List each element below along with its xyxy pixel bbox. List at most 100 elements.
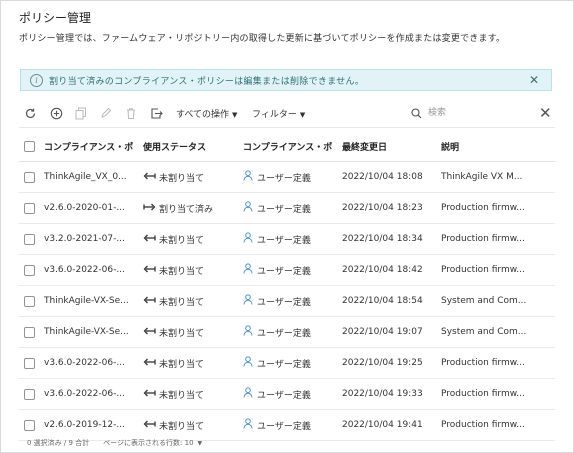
row-checkbox[interactable]: [24, 264, 35, 276]
all-actions-label: すべての操作: [176, 110, 230, 120]
policy-name-cell[interactable]: ThinkAgile-VX-Se...: [44, 285, 143, 317]
alert-close-icon[interactable]: ✕: [529, 73, 539, 87]
source-label: ユーザー定義: [257, 266, 311, 277]
usage-status-label: 未割り当て: [159, 297, 205, 308]
source-label: ユーザー定義: [257, 328, 311, 339]
table-row[interactable]: v3.6.0-2022-06-... 未割り当て ユーザー定義 2022/10/04 …: [19, 378, 555, 410]
source-label: ユーザー定義: [257, 297, 311, 308]
description-cell: Production firmw...: [441, 254, 555, 286]
table-row[interactable]: v3.6.0-2022-06-... 未割り当て ユーザー定義 2022/10/04 …: [19, 347, 555, 379]
column-header-description[interactable]: 説明: [441, 131, 555, 162]
search-icon: [411, 104, 422, 123]
delete-icon[interactable]: [124, 106, 138, 120]
table-row[interactable]: ThinkAgile_VX_0... 未割り当て ユーザー定義 2022/10/04 …: [19, 161, 555, 193]
unassigned-icon: [143, 296, 159, 307]
alert-message: 割り当て済みのコンプライアンス・ポリシーは編集または削除できません。: [49, 76, 365, 87]
select-all-checkbox[interactable]: [24, 140, 35, 152]
policy-name-cell[interactable]: v3.6.0-2022-06-...: [44, 254, 143, 286]
row-checkbox[interactable]: [24, 233, 35, 245]
row-checkbox[interactable]: [24, 326, 35, 338]
unassigned-icon: [143, 234, 159, 245]
row-checkbox[interactable]: [24, 171, 35, 183]
usage-status-label: 未割り当て: [159, 266, 205, 277]
policy-name-cell[interactable]: v3.6.0-2022-06-...: [44, 347, 143, 379]
row-checkbox[interactable]: [24, 295, 35, 307]
description-cell: Production firmw...: [441, 409, 555, 441]
usage-status-label: 未割り当て: [159, 421, 205, 432]
modified-date-cell: 2022/10/04 19:25: [342, 347, 441, 379]
source-cell: ユーザー定義: [243, 254, 342, 286]
table-row[interactable]: v3.2.0-2021-07-... 未割り当て ユーザー定義 2022/10/04 …: [19, 223, 555, 255]
info-alert: i 割り当て済みのコンプライアンス・ポリシーは編集または削除できません。 ✕: [20, 69, 552, 91]
refresh-icon[interactable]: [23, 106, 37, 120]
policy-name-cell[interactable]: v2.6.0-2020-01-...: [44, 192, 143, 224]
policy-table: コンプライアンス・ポ 使用ステータス コンプライアンス・ポ 最終変更日 説明 T…: [19, 131, 555, 441]
modified-date-cell: 2022/10/04 18:42: [342, 254, 441, 286]
unassigned-icon: [143, 420, 159, 431]
search-clear-icon[interactable]: ✕: [539, 104, 552, 122]
filter-menu[interactable]: フィルター ▼: [252, 107, 305, 120]
source-cell: ユーザー定義: [243, 316, 342, 348]
description-cell: Production firmw...: [441, 347, 555, 379]
modified-date-cell: 2022/10/04 18:34: [342, 223, 441, 255]
export-icon[interactable]: [149, 106, 163, 120]
usage-status-cell: 未割り当て: [143, 223, 243, 255]
usage-status-cell: 割り当て済み: [143, 192, 243, 224]
rows-per-page-select[interactable]: ページに表示される行数: 10 ▼: [103, 438, 202, 448]
usage-status-cell: 未割り当て: [143, 316, 243, 348]
source-cell: ユーザー定義: [243, 347, 342, 379]
chevron-down-icon: ▼: [197, 440, 203, 447]
edit-icon[interactable]: [99, 106, 113, 120]
policy-name-cell[interactable]: v3.2.0-2021-07-...: [44, 223, 143, 255]
modified-date-cell: 2022/10/04 19:33: [342, 378, 441, 410]
usage-status-label: 未割り当て: [159, 173, 205, 184]
search-input[interactable]: [426, 107, 520, 119]
selection-count: 0 選択済み / 9 合計: [27, 439, 90, 447]
source-cell: ユーザー定義: [243, 378, 342, 410]
usage-status-label: 未割り当て: [159, 328, 205, 339]
description-cell: Production firmw...: [441, 192, 555, 224]
usage-status-label: 未割り当て: [159, 359, 205, 370]
row-checkbox[interactable]: [24, 357, 35, 369]
copy-icon[interactable]: [74, 106, 88, 120]
rows-per-page-label: ページに表示される行数: 10: [103, 439, 194, 447]
usage-status-label: 未割り当て: [159, 390, 205, 401]
row-checkbox[interactable]: [24, 388, 35, 400]
toolbar: すべての操作▼ フィルター▼ ✕: [19, 103, 555, 125]
description-cell: System and Com...: [441, 285, 555, 317]
column-header-policy[interactable]: コンプライアンス・ポ: [44, 131, 143, 162]
table-row[interactable]: ThinkAgile-VX-Se... 未割り当て ユーザー定義 2022/10/04…: [19, 285, 555, 317]
page-title: ポリシー管理: [19, 11, 92, 25]
filter-label: フィルター: [252, 110, 297, 120]
all-actions-menu[interactable]: すべての操作 ▼: [176, 107, 237, 120]
policy-name-cell[interactable]: v2.6.0-2019-12-...: [44, 409, 143, 441]
policy-name-cell[interactable]: ThinkAgile-VX-Se...: [44, 316, 143, 348]
policy-name-cell[interactable]: ThinkAgile_VX_0...: [44, 161, 143, 193]
source-cell: ユーザー定義: [243, 161, 342, 193]
user-icon: [243, 263, 257, 277]
source-label: ユーザー定義: [257, 204, 311, 215]
modified-date-cell: 2022/10/04 19:07: [342, 316, 441, 348]
row-checkbox[interactable]: [24, 202, 35, 214]
description-cell: System and Com...: [441, 316, 555, 348]
add-icon[interactable]: [49, 106, 63, 120]
usage-status-label: 割り当て済み: [159, 204, 214, 215]
column-header-usage[interactable]: 使用ステータス: [143, 131, 243, 162]
usage-status-cell: 未割り当て: [143, 409, 243, 441]
usage-status-cell: 未割り当て: [143, 161, 243, 193]
user-icon: [243, 325, 257, 339]
table-row[interactable]: ThinkAgile-VX-Se... 未割り当て ユーザー定義 2022/10/04…: [19, 316, 555, 348]
table-row[interactable]: v2.6.0-2019-12-... 未割り当て ユーザー定義 2022/10/04 …: [19, 409, 555, 441]
unassigned-icon: [143, 265, 159, 276]
table-row[interactable]: v2.6.0-2020-01-... 割り当て済み ユーザー定義 2022/10/04…: [19, 192, 555, 224]
table-row[interactable]: v3.6.0-2022-06-... 未割り当て ユーザー定義 2022/10/04 …: [19, 254, 555, 286]
policy-name-cell[interactable]: v3.6.0-2022-06-...: [44, 378, 143, 410]
user-icon: [243, 294, 257, 308]
row-checkbox[interactable]: [24, 419, 35, 431]
assigned-icon: [143, 203, 159, 214]
column-header-source[interactable]: コンプライアンス・ポ: [243, 131, 342, 162]
unassigned-icon: [143, 358, 159, 369]
chevron-down-icon: ▼: [232, 111, 238, 119]
search-box: [411, 105, 529, 121]
column-header-modified[interactable]: 最終変更日: [342, 131, 441, 162]
